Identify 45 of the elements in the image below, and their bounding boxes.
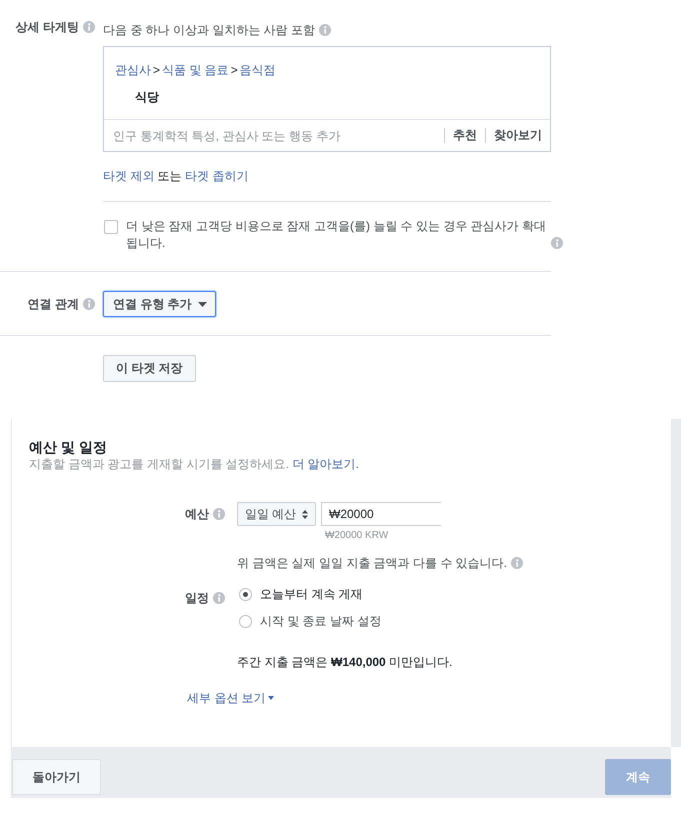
selected-interest: 식당 [135,89,159,105]
include-label: 다음 중 하나 이상과 일치하는 사람 포함 [103,22,316,38]
learn-more-link[interactable]: 더 알아보기. [292,457,360,471]
field-label: 상세 타게팅 [16,19,79,35]
info-icon [551,237,563,249]
info-icon [213,592,225,604]
weekly-spend-note: 주간 지출 금액은 ₩140,000 미만입니다. [237,654,452,670]
targeting-options-text: 타겟 제외 또는 타겟 좁히기 [103,168,248,184]
converted-amount: ₩20000 KRW [325,530,388,542]
info-icon [83,21,95,33]
section-title: 예산 및 일정 [29,438,107,456]
field-label: 일정 [185,590,209,606]
connection-type-dropdown[interactable]: 연결 유형 추가 [103,291,216,317]
back-button[interactable]: 돌아가기 [12,759,101,795]
breadcrumb-link[interactable]: 관심사 [115,63,151,77]
expansion-text: 더 낮은 잠재 고객당 비용으로 잠재 고객을(를) 늘릴 수 있는 경우 관심사가 확대됩니다. [126,218,547,252]
info-icon [213,508,225,520]
breadcrumb-link[interactable]: 식품 및 음료 [162,63,229,77]
caret-icon [198,302,207,306]
radio-button[interactable] [239,588,252,600]
up-down-arrows-icon [302,510,308,518]
radio-label[interactable]: 시작 및 종료 날짜 설정 [260,613,382,629]
targeting-link[interactable]: 타겟 좁히기 [185,169,248,183]
info-icon [83,298,95,310]
search-action-button[interactable]: 찾아보기 [485,128,550,143]
info-icon [319,24,332,36]
field-label: 연결 관계 [28,296,79,312]
breadcrumb-separator: > [230,63,238,77]
expansion-checkbox[interactable] [104,220,118,234]
budget-note: 위 금액은 실제 일일 지출 금액과 다를 수 있습니다. [237,555,508,571]
budget-amount-field[interactable]: ₩20000 [321,502,441,526]
breadcrumb-link[interactable]: 음식점 [240,63,276,77]
targeting-link[interactable]: 타겟 제외 [103,169,154,183]
field-label: 예산 [185,506,209,522]
search-action-button[interactable]: 추천 [444,128,485,143]
breadcrumb-separator: > [153,63,160,77]
radio-button[interactable] [239,614,252,628]
budget-type-select[interactable]: 일일 예산 [237,502,316,526]
section-subtitle: 지출할 금액과 광고를 게재할 시기를 설정하세요. 더 알아보기. [29,456,360,472]
more-options-link[interactable]: 세부 옵션 보기 [187,690,266,706]
save-audience-button[interactable]: 이 타겟 저장 [103,355,196,382]
search-field[interactable]: 인구 통계학적 특성, 관심사 또는 행동 추가 [104,121,444,150]
caret-icon [268,696,274,700]
radio-label[interactable]: 오늘부터 계속 게재 [260,586,363,602]
info-icon [511,557,524,569]
